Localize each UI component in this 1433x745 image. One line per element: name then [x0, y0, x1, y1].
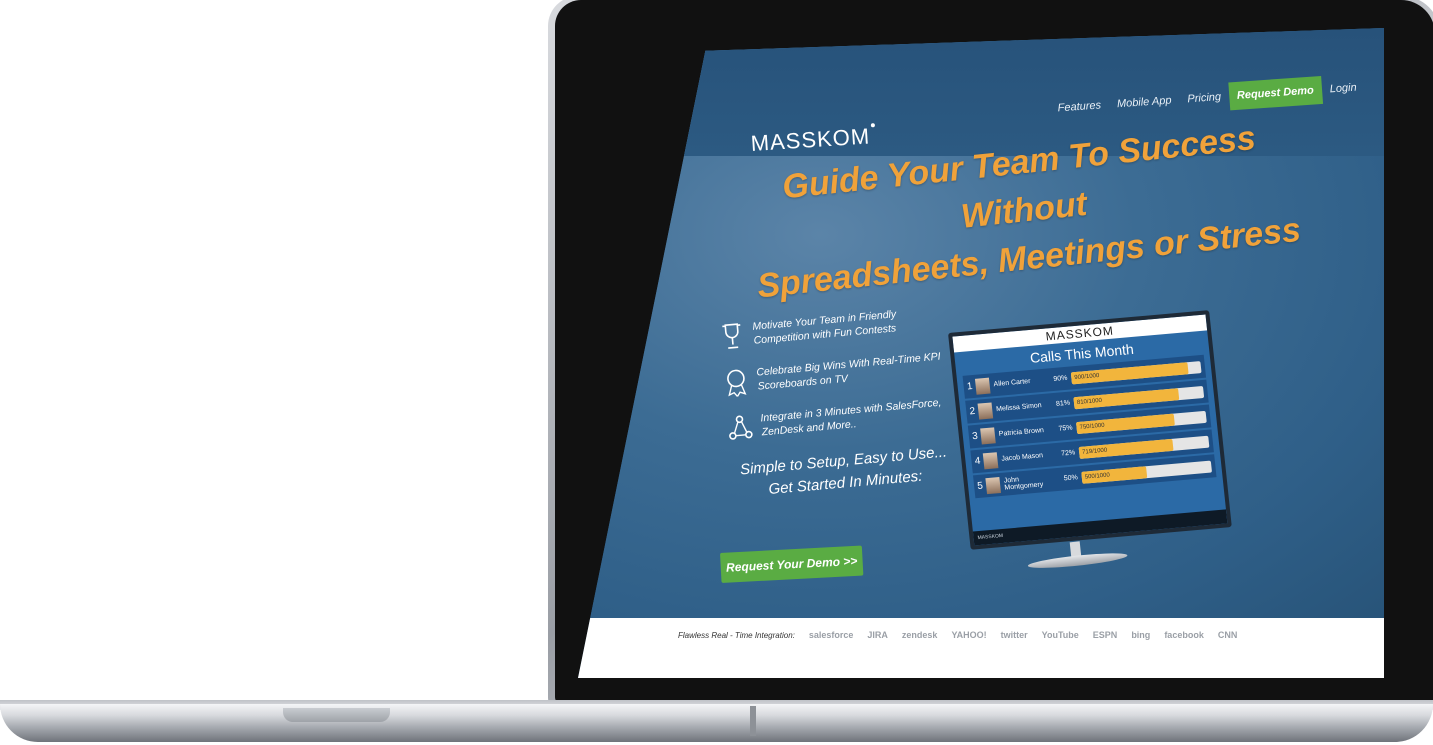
partner-logo: YouTube: [1041, 630, 1079, 640]
progress-fill: 719/1000: [1078, 438, 1174, 459]
laptop-opening-notch: [283, 708, 390, 722]
partner-logo: zendesk: [901, 630, 938, 640]
leaderboard-name: Patricia Brown: [998, 427, 1045, 438]
partner-logo: facebook: [1164, 630, 1204, 640]
leaderboard-rank: 4: [974, 455, 981, 468]
leaderboard-name: Jacob Mason: [1001, 452, 1044, 463]
partner-logo: bing: [1131, 630, 1151, 640]
laptop-base: [0, 704, 1433, 742]
avatar: [980, 426, 996, 444]
partner-logo: YAHOO!: [951, 630, 987, 640]
leaderboard-rank: 3: [971, 430, 979, 443]
leaderboard-rank: 2: [969, 405, 976, 418]
leaderboard-percent: 90%: [1053, 374, 1068, 383]
progress-bar: 810/1000: [1073, 385, 1205, 409]
avatar: [974, 377, 991, 395]
partner-logo: CNN: [1217, 630, 1238, 640]
award-ribbon-icon: [727, 369, 747, 397]
leaderboard-rank: 1: [966, 381, 974, 393]
leaderboard-percent: 81%: [1055, 399, 1071, 408]
partner-logo: twitter: [1000, 630, 1028, 640]
progress-bar: 750/1000: [1075, 410, 1207, 434]
nav-links: Features Mobile App Pricing Request Demo…: [1049, 73, 1366, 123]
progress-bar: 500/1000: [1081, 460, 1212, 484]
tv-leaderboard: MASSKOM Calls This Month 1 Allen Carter 90…: [948, 310, 1232, 550]
progress-bar: 719/1000: [1078, 435, 1210, 459]
leaderboard-percent: 75%: [1058, 424, 1073, 433]
leaderboard-percent: 50%: [1063, 474, 1079, 483]
feature-list: Motivate Your Team in Friendly Competiti…: [716, 303, 961, 504]
nav-pricing[interactable]: Pricing: [1179, 82, 1230, 113]
laptop-screen: MASSKOM Features Mobile App Pricing Requ…: [578, 28, 1384, 678]
leaderboard-name: John Montgomery: [1003, 475, 1044, 492]
avatar: [977, 401, 994, 420]
integration-label: Flawless Real - Time Integration:: [678, 630, 795, 640]
progress-fill: 750/1000: [1075, 413, 1175, 434]
leaderboard-rows: 1 Allen Carter 90% 900/1000 2 Melissa Simon 81…: [957, 354, 1223, 499]
integration-strip: Flawless Real - Time Integration: salesf…: [578, 618, 1384, 678]
integration-list: Flawless Real - Time Integration: salesf…: [678, 630, 1237, 640]
partner-logo: salesforce: [808, 630, 854, 640]
laptop-hinge-seam: [750, 706, 756, 736]
trophy-icon: [722, 323, 741, 349]
feature-item: Integrate in 3 Minutes with SalesForce, …: [724, 395, 956, 443]
nav-login[interactable]: Login: [1321, 73, 1366, 104]
integration-network-icon: [729, 415, 753, 440]
leaderboard-percent: 72%: [1060, 449, 1076, 458]
feature-item: Celebrate Big Wins With Real-Time KPI Sc…: [720, 349, 952, 397]
leaderboard-name: Melissa Simon: [995, 402, 1042, 414]
nav-request-demo-button[interactable]: Request Demo: [1228, 75, 1324, 111]
partner-logo: ESPN: [1092, 630, 1118, 640]
leaderboard-name: Allen Carter: [993, 378, 1031, 389]
avatar: [985, 476, 1001, 494]
leaderboard-rank: 5: [976, 480, 984, 492]
progress-fill: 500/1000: [1081, 465, 1148, 484]
progress-fill: 810/1000: [1073, 387, 1180, 409]
nav-mobile-app[interactable]: Mobile App: [1108, 86, 1180, 119]
progress-fill: 900/1000: [1070, 361, 1189, 384]
avatar: [982, 451, 999, 469]
progress-bar: 900/1000: [1070, 360, 1202, 384]
partner-logo: JIRA: [867, 630, 888, 640]
footer-brand: MASSKOM: [977, 532, 1004, 542]
nav-features[interactable]: Features: [1049, 91, 1110, 123]
brand-logo[interactable]: MASSKOM: [750, 123, 877, 157]
